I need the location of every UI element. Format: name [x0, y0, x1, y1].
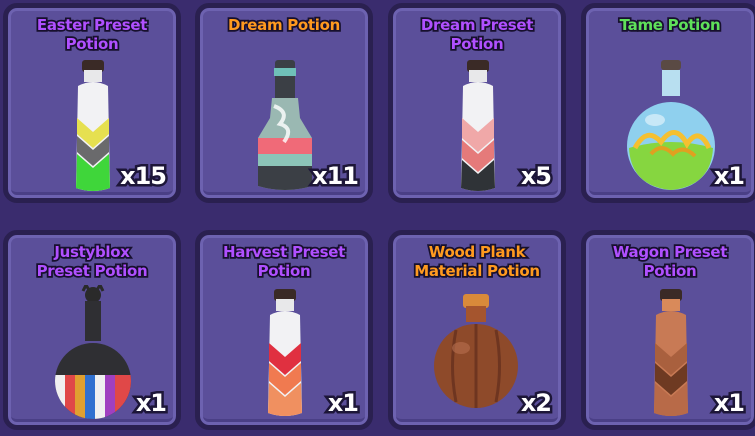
wood-plank-flask-icon [431, 290, 521, 420]
item-slot-easter-preset-potion[interactable]: Easter Preset Potion x15 [3, 3, 181, 203]
item-name: Easter Preset Potion [35, 14, 149, 55]
item-count: x5 [518, 160, 554, 193]
item-name: Wagon Preset Potion [611, 241, 729, 282]
item-count: x11 [310, 160, 362, 193]
item-slot-tame-potion[interactable]: Tame Potion x1 [581, 3, 755, 203]
item-count: x2 [518, 387, 554, 420]
harvest-bottle-icon [260, 287, 310, 427]
dream-preset-bottle-icon [453, 58, 503, 198]
item-slot-wood-plank-material-potion[interactable]: Wood Plank Material Potion x2 [388, 230, 566, 430]
dream-potion-bottle-icon [250, 58, 320, 198]
item-slot-dream-preset-potion[interactable]: Dream Preset Potion x5 [388, 3, 566, 203]
item-slot-wagon-preset-potion[interactable]: Wagon Preset Potion x1 [581, 230, 755, 430]
item-name: Wood Plank Material Potion [412, 241, 541, 282]
item-slot-justyblox-preset-potion[interactable]: Justyblox Preset Potion x1 [3, 230, 181, 430]
item-count: x1 [711, 387, 747, 420]
item-name: Dream Potion [226, 14, 342, 36]
item-count: x1 [325, 387, 361, 420]
item-count: x15 [118, 160, 170, 193]
item-count: x1 [711, 160, 747, 193]
item-name: Justyblox Preset Potion [35, 241, 150, 282]
justyblox-flask-icon [48, 285, 138, 425]
easter-bottle-icon [68, 58, 118, 198]
tame-potion-flask-icon [621, 56, 721, 201]
item-name: Dream Preset Potion [419, 14, 535, 55]
item-name: Harvest Preset Potion [221, 241, 347, 282]
item-slot-harvest-preset-potion[interactable]: Harvest Preset Potion x1 [195, 230, 373, 430]
item-name: Tame Potion [618, 14, 723, 36]
potion-inventory-grid: Easter Preset Potion x15 Dream Potion x1… [0, 0, 755, 436]
wagon-bottle-icon [646, 287, 696, 427]
item-count: x1 [133, 387, 169, 420]
item-slot-dream-potion[interactable]: Dream Potion x11 [195, 3, 373, 203]
